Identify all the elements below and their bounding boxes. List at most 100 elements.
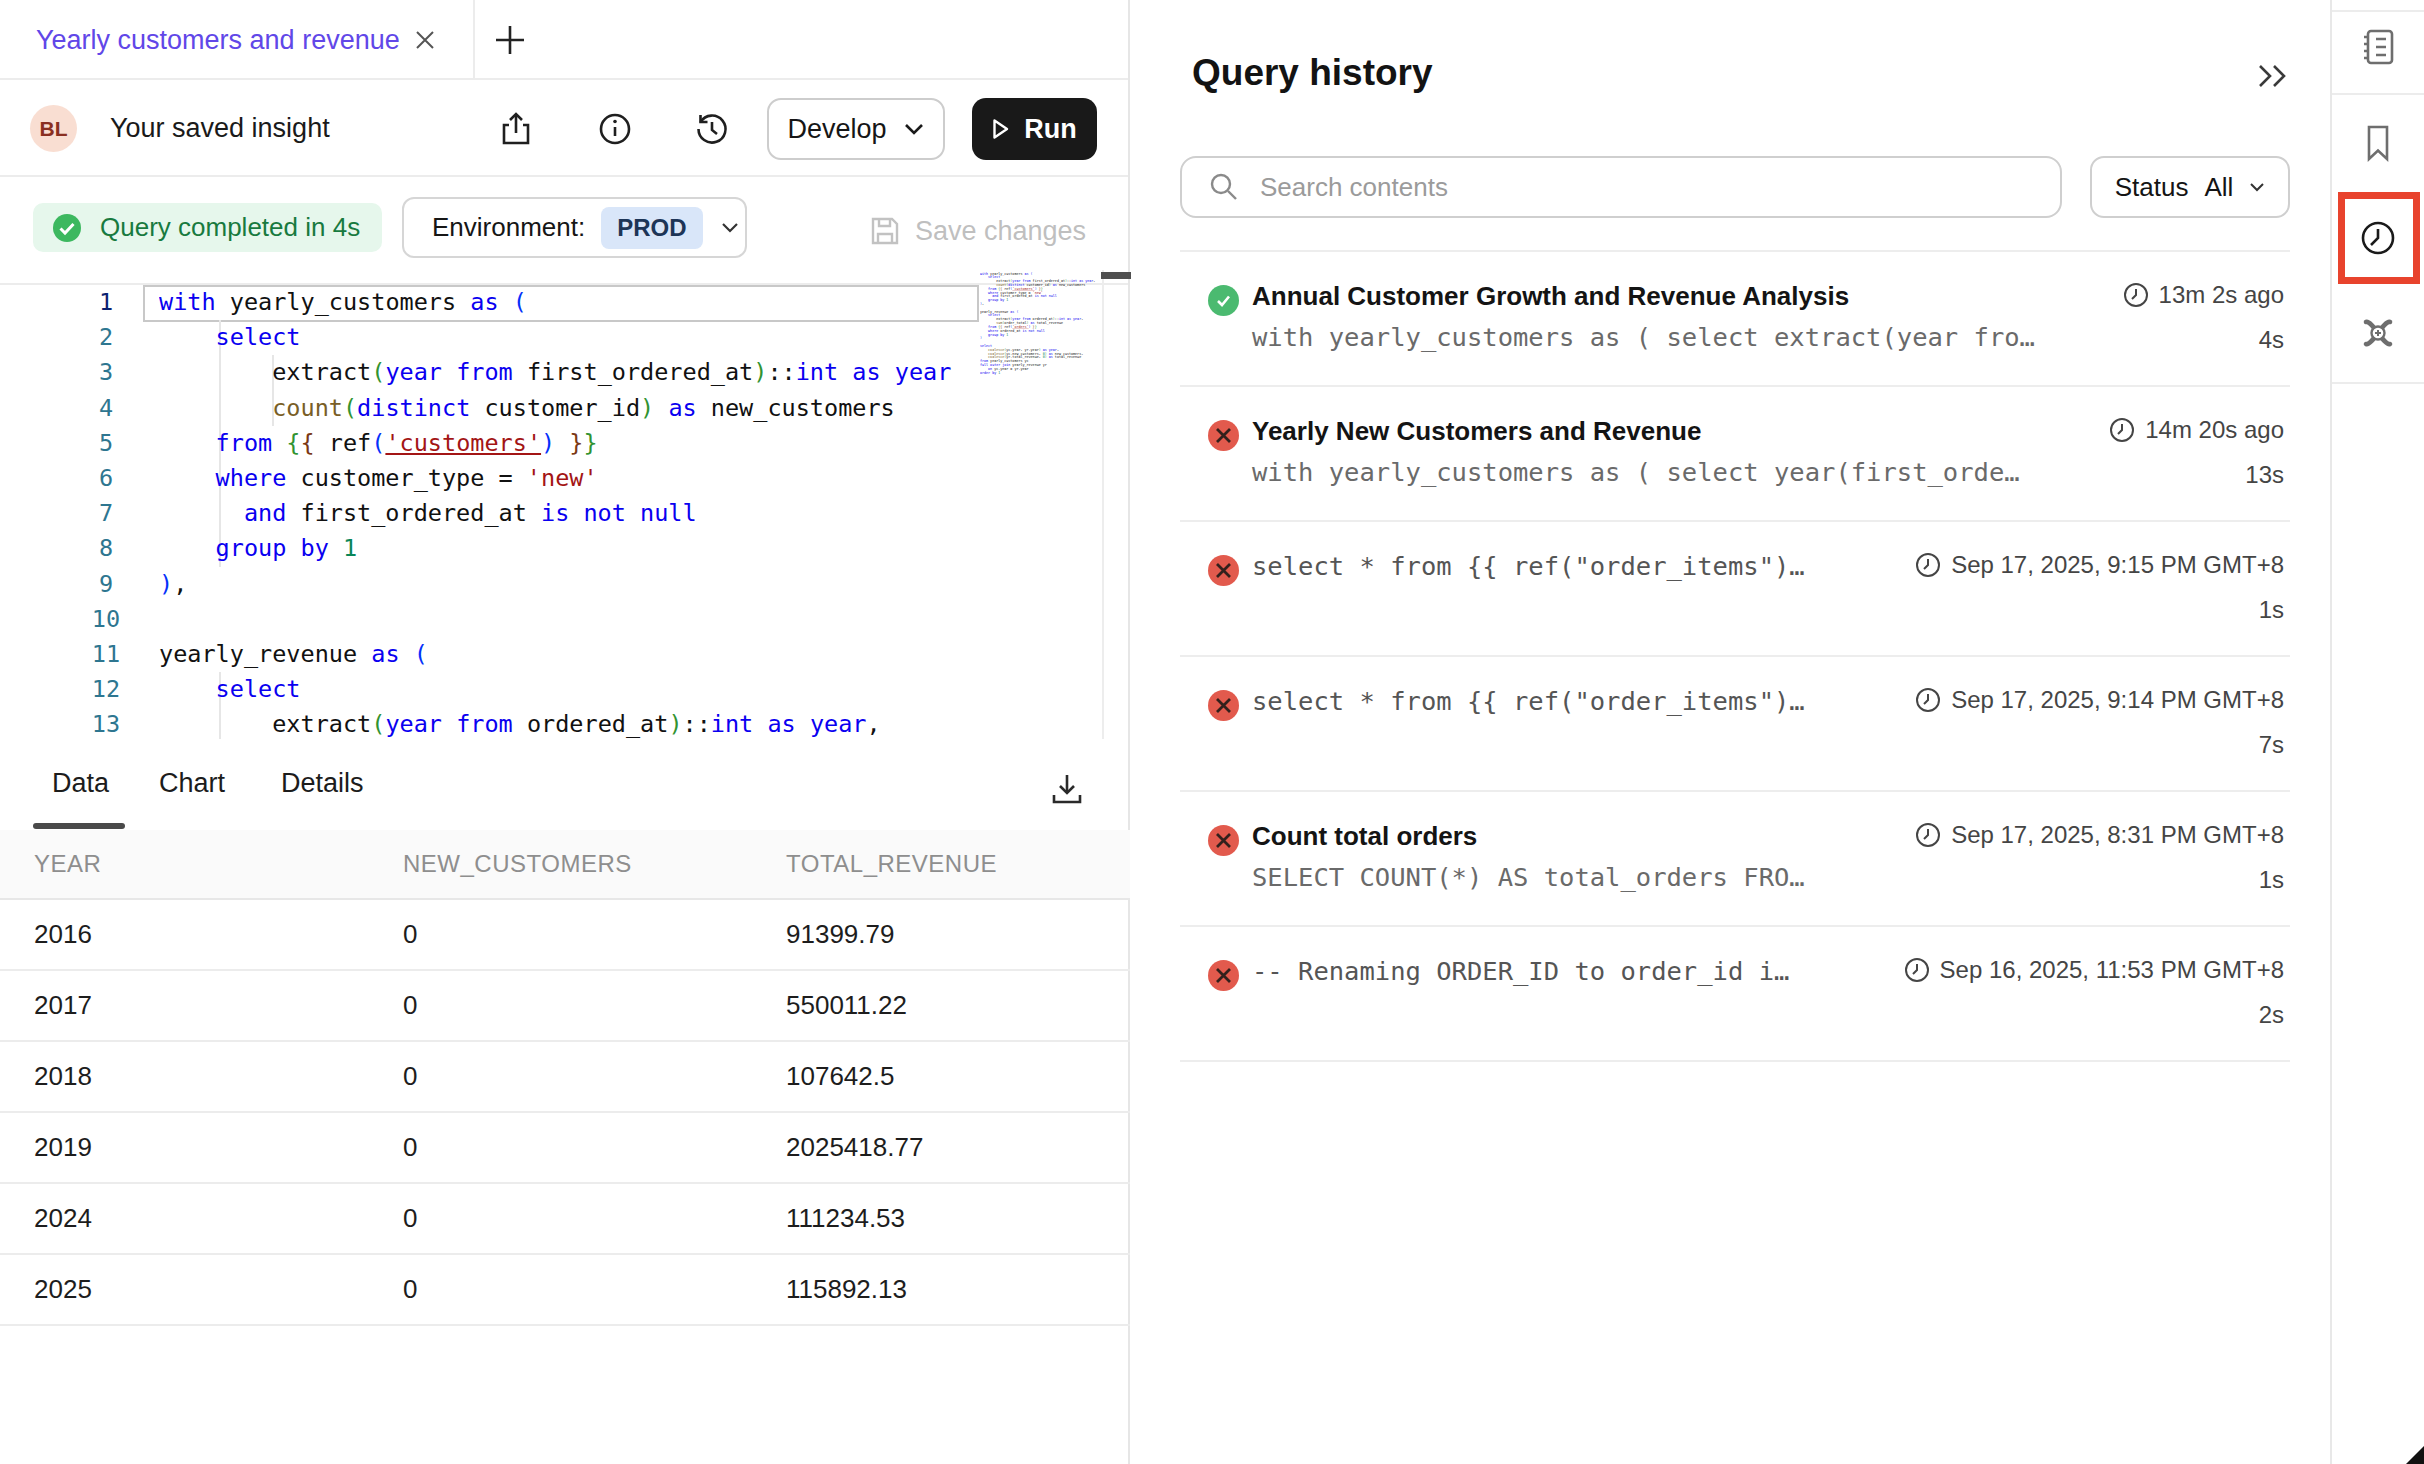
code-line[interactable]: extract(year from first_ordered_at)::int… — [159, 355, 953, 390]
error-status-icon — [1208, 555, 1239, 586]
save-icon — [869, 215, 901, 247]
code-line[interactable]: count(distinct customer_id) as new_custo… — [159, 391, 953, 426]
table-cell: 0 — [403, 1132, 786, 1163]
query-duration: 4s — [2259, 326, 2284, 354]
share-icon[interactable] — [496, 109, 536, 149]
code-line[interactable]: from {{ ref('customers') }} — [159, 426, 953, 461]
app: Yearly customers and revenue BL Your sav… — [0, 0, 2424, 1464]
query-preview: with yearly_customers as ( select extrac… — [1252, 322, 2035, 352]
minimap-divider — [1102, 270, 1104, 739]
collapse-panel-icon[interactable] — [2254, 58, 2298, 98]
query-duration: 1s — [2259, 866, 2284, 894]
save-changes-button[interactable]: Save changes — [869, 177, 1086, 285]
chevron-down-icon — [903, 122, 925, 136]
tab-close-icon[interactable] — [412, 0, 438, 80]
status-filter-value: All — [2204, 172, 2233, 203]
version-history-icon[interactable] — [692, 109, 732, 149]
table-cell: 107642.5 — [786, 1061, 1130, 1092]
success-status-icon — [1208, 285, 1239, 316]
query-duration: 2s — [2259, 1001, 2284, 1029]
results-panel: Data Chart Details YEARNEW_CUSTOMERSTOTA… — [0, 739, 1130, 1464]
new-tab-button[interactable] — [490, 0, 530, 80]
active-tab-underline — [33, 823, 125, 829]
avatar[interactable]: BL — [30, 105, 77, 152]
table-cell: 0 — [403, 1061, 786, 1092]
code-line[interactable]: and first_ordered_at is not null — [159, 496, 953, 531]
table-cell: 0 — [403, 1274, 786, 1305]
search-input[interactable]: Search contents — [1180, 156, 2062, 218]
chevron-down-icon — [721, 222, 739, 234]
environment-value: PROD — [601, 207, 702, 249]
run-button[interactable]: Run — [972, 98, 1097, 160]
table-row[interactable]: 20250115892.13 — [0, 1255, 1130, 1326]
scrollbar-thumb[interactable] — [1101, 272, 1131, 279]
clock-icon — [1915, 552, 1941, 578]
code-line[interactable]: ), — [159, 567, 953, 602]
table-row[interactable]: 20240111234.53 — [0, 1184, 1130, 1255]
query-history-list: Annual Customer Growth and Revenue Analy… — [1180, 250, 2290, 1062]
query-history-item[interactable]: select * from {{ ref("order_items")…Sep … — [1180, 657, 2290, 792]
code-line[interactable]: select — [159, 672, 953, 707]
info-icon[interactable] — [595, 109, 635, 149]
query-history-item[interactable]: Count total ordersSELECT COUNT(*) AS tot… — [1180, 792, 2290, 927]
error-status-icon — [1208, 960, 1239, 991]
code-line[interactable]: select — [159, 320, 953, 355]
code-line[interactable] — [159, 602, 953, 637]
code-line[interactable]: yearly_revenue as ( — [159, 637, 953, 672]
code-line[interactable]: extract(year from ordered_at)::int as ye… — [159, 707, 953, 739]
query-history-item[interactable]: -- Renaming ORDER_ID to order_id i…Sep 1… — [1180, 927, 2290, 1062]
tab-divider — [473, 0, 475, 80]
tab-yearly-customers[interactable]: Yearly customers and revenue — [36, 0, 400, 80]
column-header: YEAR — [0, 850, 403, 878]
lineage-icon[interactable] — [2356, 311, 2400, 355]
success-check-icon — [52, 213, 82, 243]
tab-data[interactable]: Data — [52, 739, 109, 828]
query-duration: 13s — [2245, 461, 2284, 489]
chevron-down-icon — [2249, 182, 2265, 193]
query-history-item[interactable]: Annual Customer Growth and Revenue Analy… — [1180, 252, 2290, 387]
code-line[interactable]: group by 1 — [159, 531, 953, 566]
code-line[interactable]: with yearly_customers as ( — [159, 285, 953, 320]
table-cell: 2016 — [0, 919, 403, 950]
develop-button[interactable]: Develop — [767, 98, 945, 160]
tab-bar: Yearly customers and revenue — [0, 0, 1128, 80]
query-time: Sep 16, 2025, 11:53 PM GMT+8 — [1904, 956, 2284, 984]
code-line[interactable]: where customer_type = 'new' — [159, 461, 953, 496]
query-preview: with yearly_customers as ( select year(f… — [1252, 457, 2020, 487]
run-label: Run — [1024, 114, 1076, 145]
table-row[interactable]: 2016091399.79 — [0, 900, 1130, 971]
code-area[interactable]: with yearly_customers as ( select extrac… — [159, 285, 953, 739]
bookmark-icon[interactable] — [2356, 121, 2400, 165]
table-cell: 91399.79 — [786, 919, 1130, 950]
query-history-item[interactable]: select * from {{ ref("order_items")…Sep … — [1180, 522, 2290, 657]
query-history-item[interactable]: Yearly New Customers and Revenuewith yea… — [1180, 387, 2290, 522]
insight-title: Your saved insight — [110, 80, 330, 177]
query-history-title: Query history — [1192, 52, 1433, 94]
status-row: Query completed in 4s Environment: PROD … — [0, 177, 1128, 285]
query-history-icon[interactable] — [2356, 216, 2400, 260]
sql-editor[interactable]: 12345678910111213 with yearly_customers … — [0, 285, 1130, 739]
table-row[interactable]: 20170550011.22 — [0, 971, 1130, 1042]
clock-icon — [1915, 822, 1941, 848]
status-filter[interactable]: Status All — [2090, 156, 2290, 218]
query-title: select * from {{ ref("order_items")… — [1252, 551, 1805, 581]
minimap[interactable]: with yearly_customers as ( select extrac… — [980, 272, 1100, 472]
download-icon[interactable] — [1047, 769, 1087, 809]
play-icon — [992, 118, 1010, 140]
environment-select[interactable]: Environment: PROD — [402, 197, 747, 258]
tab-chart[interactable]: Chart — [159, 739, 225, 828]
query-duration: 1s — [2259, 596, 2284, 624]
column-header: TOTAL_REVENUE — [786, 850, 1130, 878]
table-body: 2016091399.7920170550011.2220180107642.5… — [0, 900, 1130, 1326]
query-status-badge: Query completed in 4s — [33, 203, 382, 252]
table-row[interactable]: 20180107642.5 — [0, 1042, 1130, 1113]
table-cell: 0 — [403, 1203, 786, 1234]
tab-details[interactable]: Details — [281, 739, 364, 828]
table-cell: 2018 — [0, 1061, 403, 1092]
query-title: Count total orders — [1252, 821, 1477, 852]
table-cell: 0 — [403, 919, 786, 950]
table-cell: 2024 — [0, 1203, 403, 1234]
table-row[interactable]: 201902025418.77 — [0, 1113, 1130, 1184]
table-cell: 550011.22 — [786, 990, 1130, 1021]
notebook-icon[interactable] — [2356, 25, 2400, 69]
